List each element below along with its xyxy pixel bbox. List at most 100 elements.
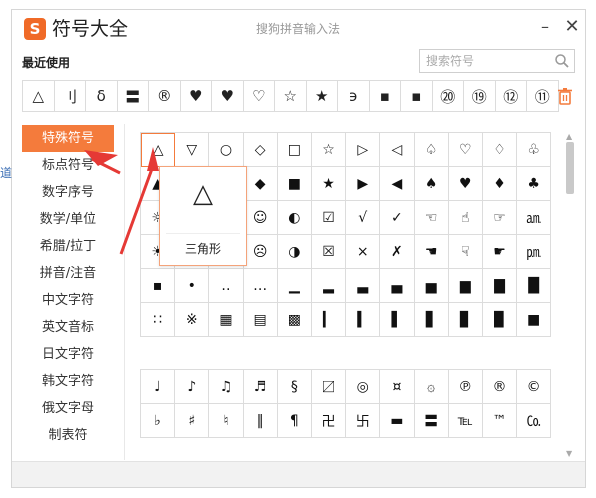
symbol-cell[interactable]: ‖: [243, 404, 278, 438]
symbol-cell[interactable]: ▋: [414, 303, 449, 337]
category-item[interactable]: 制表符: [22, 422, 114, 449]
symbol-cell[interactable]: ×: [346, 235, 381, 269]
symbol-cell[interactable]: ◇: [243, 133, 278, 167]
title-bar[interactable]: S 符号大全 搜狗拼音输入法 – ✕: [12, 10, 585, 50]
symbol-cell[interactable]: ♥: [448, 167, 483, 201]
symbol-cell[interactable]: ▉: [482, 303, 518, 337]
symbol-cell[interactable]: ♬: [243, 370, 278, 404]
symbol-cell[interactable]: 〼: [311, 370, 347, 404]
recent-symbol-cell[interactable]: ⑲: [464, 81, 496, 111]
symbol-cell[interactable]: ☞: [482, 201, 518, 235]
symbol-cell[interactable]: ♤: [414, 133, 449, 167]
symbol-cell[interactable]: ۞: [414, 370, 449, 404]
symbol-cell[interactable]: ▄: [380, 269, 415, 303]
recent-symbol-cell[interactable]: δ: [86, 81, 118, 111]
symbol-cell[interactable]: ♫: [209, 370, 244, 404]
symbol-cell[interactable]: ♣: [517, 167, 551, 201]
category-item[interactable]: 日文字符: [22, 341, 114, 368]
symbol-cell[interactable]: ▍: [346, 303, 381, 337]
symbol-cell[interactable]: ◑: [277, 235, 312, 269]
recent-symbol-cell[interactable]: 刂: [55, 81, 86, 111]
minimize-button[interactable]: –: [534, 16, 556, 38]
search-icon[interactable]: [554, 53, 570, 69]
symbol-cell[interactable]: ☚: [414, 235, 449, 269]
symbol-cell[interactable]: 〓: [414, 404, 449, 438]
symbol-cell[interactable]: √: [346, 201, 381, 235]
symbol-cell[interactable]: ■: [517, 303, 551, 337]
symbol-cell[interactable]: ☟: [448, 235, 483, 269]
symbol-cell[interactable]: ♮: [209, 404, 244, 438]
symbol-cell[interactable]: 卍: [311, 404, 347, 438]
recent-symbol-cell[interactable]: ▪: [401, 81, 433, 111]
symbol-cell[interactable]: ■: [277, 167, 312, 201]
scroll-down-icon[interactable]: ▼: [566, 449, 572, 458]
symbol-cell[interactable]: ▃: [346, 269, 381, 303]
scroll-up-icon[interactable]: ▲: [566, 132, 572, 141]
trash-icon[interactable]: [557, 87, 573, 105]
symbol-cell[interactable]: ✗: [380, 235, 415, 269]
symbol-cell[interactable]: █: [517, 269, 551, 303]
symbol-cell[interactable]: ▩: [277, 303, 312, 337]
recent-symbol-cell[interactable]: ▪: [370, 81, 401, 111]
symbol-cell[interactable]: ▆: [448, 269, 483, 303]
category-item[interactable]: 韩文字符: [22, 368, 114, 395]
symbol-cell[interactable]: □: [277, 133, 312, 167]
symbol-cell[interactable]: ▎: [311, 303, 347, 337]
symbol-cell[interactable]: ※: [175, 303, 210, 337]
symbol-cell[interactable]: △: [141, 133, 176, 167]
symbol-cell[interactable]: ♯: [175, 404, 210, 438]
symbol-cell[interactable]: 卐: [346, 404, 381, 438]
symbol-cell[interactable]: ♦: [482, 167, 518, 201]
symbol-cell[interactable]: ▬: [380, 404, 415, 438]
category-item[interactable]: 俄文字母: [22, 395, 114, 422]
category-item[interactable]: 拼音/注音: [22, 260, 114, 287]
recent-symbol-cell[interactable]: ♥: [212, 81, 244, 111]
recent-symbol-cell[interactable]: ⑳: [433, 81, 464, 111]
symbol-cell[interactable]: •: [175, 269, 210, 303]
symbol-cell[interactable]: ▪: [141, 269, 176, 303]
close-button[interactable]: ✕: [561, 16, 583, 38]
symbol-cell[interactable]: …: [243, 269, 278, 303]
symbol-cell[interactable]: ◆: [243, 167, 278, 201]
symbol-cell[interactable]: ☝: [448, 201, 483, 235]
symbol-cell[interactable]: ©: [517, 370, 551, 404]
category-item[interactable]: 希腊/拉丁: [22, 233, 114, 260]
symbol-cell[interactable]: ¤: [380, 370, 415, 404]
symbol-cell[interactable]: ㏂: [517, 201, 551, 235]
category-item[interactable]: 中文字符: [22, 287, 114, 314]
recent-symbol-cell[interactable]: △: [23, 81, 55, 111]
recent-symbol-cell[interactable]: ⑪: [527, 81, 559, 111]
recent-symbol-cell[interactable]: ⑫: [496, 81, 527, 111]
symbol-cell[interactable]: ♪: [175, 370, 210, 404]
symbol-cell[interactable]: ☹: [243, 235, 278, 269]
symbol-cell[interactable]: ✓: [380, 201, 415, 235]
symbol-cell[interactable]: ◐: [277, 201, 312, 235]
symbol-cell[interactable]: ☜: [414, 201, 449, 235]
symbol-cell[interactable]: ☛: [482, 235, 518, 269]
scroll-thumb[interactable]: [566, 142, 574, 194]
symbol-cell[interactable]: ▂: [311, 269, 347, 303]
symbol-cell[interactable]: ▇: [482, 269, 518, 303]
symbol-cell[interactable]: ◁: [380, 133, 415, 167]
symbol-cell[interactable]: ○: [209, 133, 244, 167]
symbol-cell[interactable]: ㏘: [517, 235, 551, 269]
category-item[interactable]: 特殊符号: [22, 125, 114, 152]
search-box[interactable]: [419, 49, 575, 73]
symbol-cell[interactable]: ▦: [209, 303, 244, 337]
symbol-cell[interactable]: ▤: [243, 303, 278, 337]
symbol-cell[interactable]: ™: [482, 404, 518, 438]
search-input[interactable]: [420, 50, 552, 72]
category-item[interactable]: 数学/单位: [22, 206, 114, 233]
symbol-cell[interactable]: ㏇: [517, 404, 551, 438]
symbol-cell[interactable]: ‥: [209, 269, 244, 303]
symbol-cell[interactable]: ☑: [311, 201, 347, 235]
category-item[interactable]: 英文音标: [22, 314, 114, 341]
symbol-cell[interactable]: ▷: [346, 133, 381, 167]
symbol-cell[interactable]: ♭: [141, 404, 176, 438]
symbol-cell[interactable]: ▌: [380, 303, 415, 337]
recent-symbol-cell[interactable]: 〓: [118, 81, 149, 111]
vertical-scrollbar[interactable]: ▲ ▼: [565, 132, 575, 458]
symbol-cell[interactable]: ♧: [517, 133, 551, 167]
symbol-cell[interactable]: §: [277, 370, 312, 404]
symbol-cell[interactable]: ◎: [346, 370, 381, 404]
